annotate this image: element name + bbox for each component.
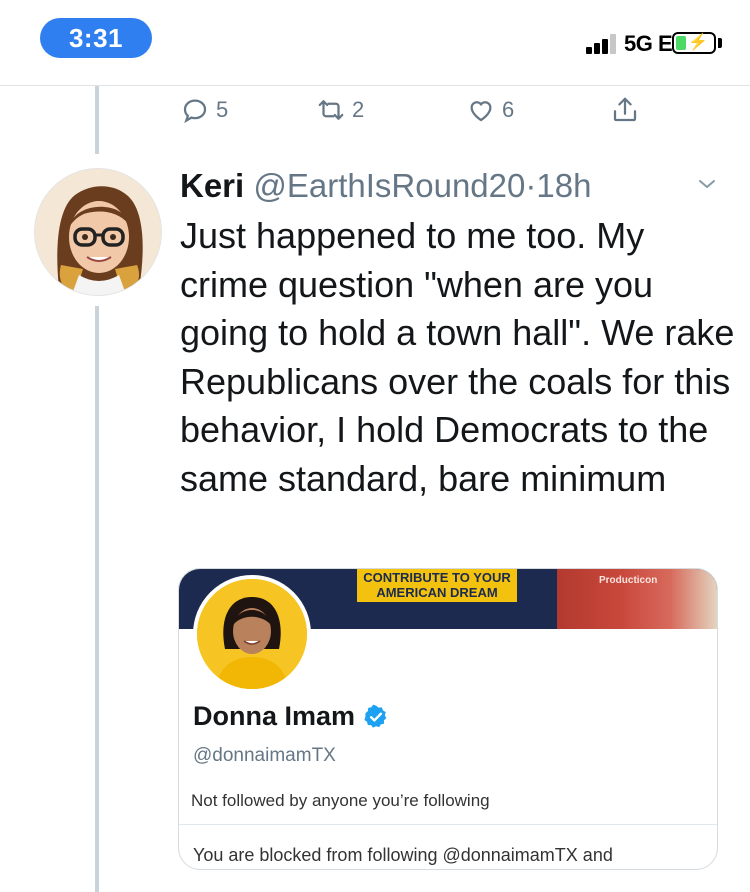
heart-icon [470, 101, 492, 122]
reply-icon [183, 99, 207, 124]
tweet-author-name[interactable]: Keri [180, 167, 244, 204]
profile-handle: @donnaimamTX [193, 745, 336, 766]
embedded-profile-card[interactable]: CONTRIBUTE TO YOUR AMERICAN DREAM Produc… [178, 568, 718, 870]
reply-count: 5 [216, 97, 229, 122]
tweet-author-handle[interactable]: @EarthIsRound20 [253, 167, 525, 204]
retweet-icon [318, 100, 344, 120]
network-type: 5G E [624, 31, 673, 56]
retweet-count: 2 [352, 97, 365, 122]
tweet-time: 18h [536, 167, 592, 204]
thread-line-bottom [95, 306, 99, 892]
status-time[interactable]: 3:31 [40, 18, 152, 58]
thread-line-top [95, 86, 99, 154]
blocked-notice: You are blocked from following @donnaima… [193, 845, 613, 865]
retweet-button[interactable]: 2 [316, 90, 364, 130]
share-button[interactable] [610, 90, 640, 130]
banner-text: CONTRIBUTE TO YOUR AMERICAN DREAM [357, 569, 517, 602]
tweet-separator: · [525, 167, 537, 204]
verified-badge-icon [364, 704, 387, 728]
like-button[interactable]: 6 [466, 90, 514, 130]
profile-picture [193, 575, 311, 693]
status-bar: 3:31 5G E ⚡ [0, 0, 750, 86]
reply-button[interactable]: 5 [180, 90, 228, 130]
tweet-header: Keri @EarthIsRound20·18h [180, 166, 591, 206]
battery-icon: ⚡ [672, 32, 716, 54]
share-icon [613, 97, 637, 122]
profile-name-row: Donna Imam [193, 701, 389, 732]
banner-logo: Producticon [599, 575, 658, 586]
tweet-text: Just happened to me too. My crime questi… [180, 215, 735, 499]
battery-tip [718, 38, 722, 48]
profile-name: Donna Imam [193, 701, 356, 731]
cellular-signal-icon [586, 34, 620, 54]
card-divider [179, 824, 717, 825]
follow-status: Not followed by anyone you’re following [191, 791, 490, 810]
chevron-down-icon[interactable] [694, 174, 720, 194]
avatar[interactable] [34, 168, 162, 296]
like-count: 6 [502, 97, 515, 122]
